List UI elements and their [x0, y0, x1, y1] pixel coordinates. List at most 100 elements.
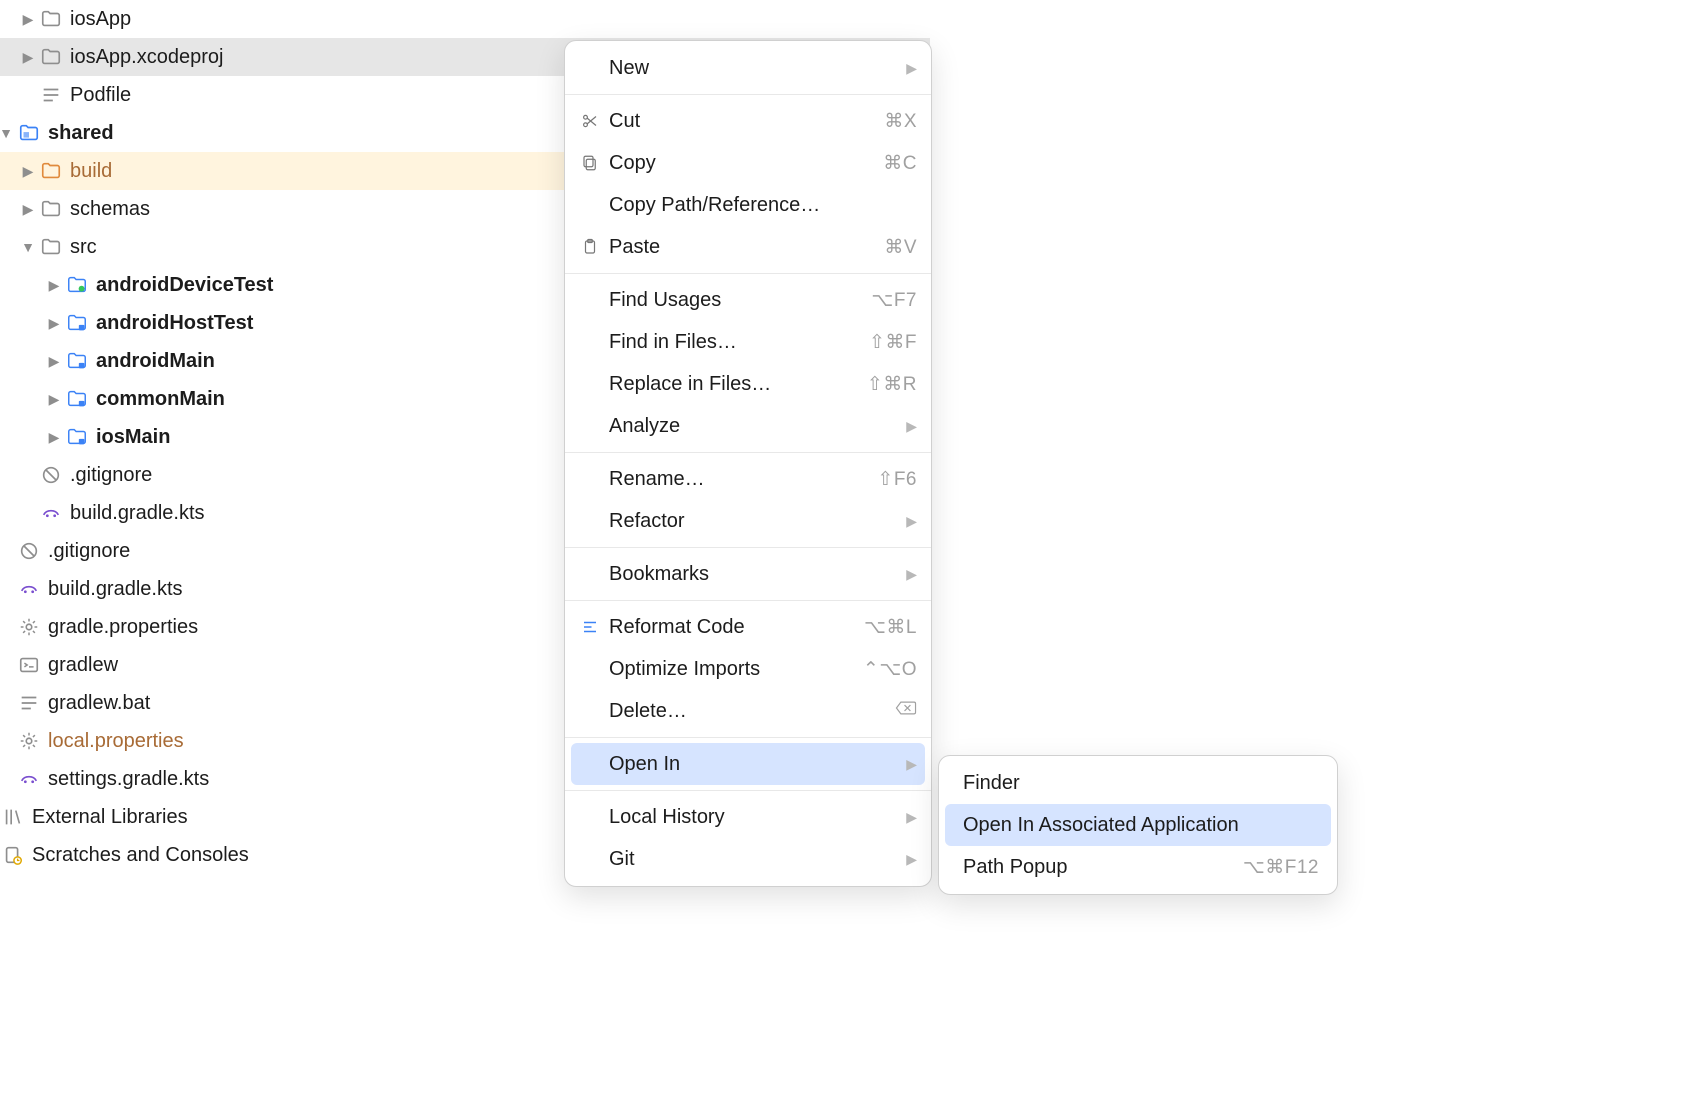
scissors-icon — [577, 112, 603, 130]
tree-item-iosapp[interactable]: ▶ iosApp — [0, 0, 930, 38]
menu-find-usages[interactable]: Find Usages ⌥F7 — [565, 279, 931, 321]
tree-item-label: gradle.properties — [48, 616, 198, 639]
chevron-right-icon[interactable]: ▶ — [48, 353, 60, 370]
menu-shortcut: ⌥⌘L — [864, 616, 917, 639]
menu-optimize-imports[interactable]: Optimize Imports ⌃⌥O — [565, 648, 931, 690]
clipboard-icon — [577, 238, 603, 256]
menu-cut[interactable]: Cut ⌘X — [565, 100, 931, 142]
menu-item-label: Rename… — [603, 468, 877, 491]
menu-local-history[interactable]: Local History ▶ — [565, 796, 931, 838]
tree-item-label: shared — [48, 122, 114, 145]
menu-new[interactable]: New ▶ — [565, 47, 931, 89]
tree-item-label: src — [70, 236, 97, 259]
tree-item-label: iosMain — [96, 426, 170, 449]
tree-item-label: gradlew.bat — [48, 692, 150, 715]
menu-shortcut: ⌥F7 — [871, 289, 917, 312]
chevron-right-icon[interactable]: ▶ — [48, 429, 60, 446]
tree-item-label: schemas — [70, 198, 150, 221]
tree-item-label: iosApp.xcodeproj — [70, 46, 223, 69]
folder-icon — [40, 46, 62, 68]
menu-item-label: Open In — [603, 753, 900, 776]
folder-icon — [40, 8, 62, 30]
menu-item-label: Cut — [603, 110, 884, 133]
module-icon — [18, 122, 40, 144]
menu-analyze[interactable]: Analyze ▶ — [565, 405, 931, 447]
menu-shortcut: ⇧⌘R — [867, 373, 917, 396]
source-folder-icon — [66, 274, 88, 296]
menu-separator — [565, 600, 931, 601]
menu-replace-in-files[interactable]: Replace in Files… ⇧⌘R — [565, 363, 931, 405]
submenu-open-in-associated[interactable]: Open In Associated Application — [945, 804, 1331, 846]
submenu-finder[interactable]: Finder — [945, 762, 1331, 804]
menu-copy-path[interactable]: Copy Path/Reference… — [565, 184, 931, 226]
submenu-arrow-icon: ▶ — [906, 809, 917, 826]
menu-separator — [565, 737, 931, 738]
gradle-icon — [40, 502, 62, 524]
tree-item-label: androidMain — [96, 350, 215, 373]
tree-item-label: gradlew — [48, 654, 118, 677]
menu-separator — [565, 94, 931, 95]
text-file-icon — [40, 84, 62, 106]
copy-icon — [577, 154, 603, 172]
menu-shortcut: ⇧F6 — [877, 468, 917, 491]
menu-shortcut: ⌥⌘F12 — [1243, 856, 1319, 879]
submenu-arrow-icon: ▶ — [906, 566, 917, 583]
tree-item-label: androidHostTest — [96, 312, 253, 335]
chevron-down-icon[interactable]: ▼ — [0, 125, 12, 141]
chevron-right-icon[interactable]: ▶ — [22, 201, 34, 218]
folder-icon — [40, 236, 62, 258]
menu-item-label: Bookmarks — [603, 563, 900, 586]
menu-item-label: Find Usages — [603, 289, 871, 312]
menu-item-label: Git — [603, 848, 900, 871]
delete-shortcut-icon — [895, 700, 917, 722]
submenu-arrow-icon: ▶ — [906, 851, 917, 868]
tree-item-label: build.gradle.kts — [70, 502, 205, 525]
tree-item-label: Scratches and Consoles — [32, 844, 249, 867]
menu-paste[interactable]: Paste ⌘V — [565, 226, 931, 268]
submenu-path-popup[interactable]: Path Popup ⌥⌘F12 — [945, 846, 1331, 888]
menu-item-label: Copy — [603, 152, 883, 175]
menu-refactor[interactable]: Refactor ▶ — [565, 500, 931, 542]
chevron-right-icon[interactable]: ▶ — [22, 11, 34, 28]
source-folder-icon — [66, 426, 88, 448]
tree-item-label: External Libraries — [32, 806, 188, 829]
menu-shortcut: ⌘V — [884, 236, 917, 259]
source-folder-icon — [66, 350, 88, 372]
menu-shortcut: ⌃⌥O — [863, 658, 917, 681]
chevron-right-icon[interactable]: ▶ — [48, 277, 60, 294]
chevron-right-icon[interactable]: ▶ — [48, 315, 60, 332]
menu-reformat-code[interactable]: Reformat Code ⌥⌘L — [565, 606, 931, 648]
menu-git[interactable]: Git ▶ — [565, 838, 931, 880]
menu-separator — [565, 547, 931, 548]
tree-item-label: androidDeviceTest — [96, 274, 273, 297]
folder-excluded-icon — [40, 160, 62, 182]
menu-separator — [565, 273, 931, 274]
chevron-right-icon[interactable]: ▶ — [22, 163, 34, 180]
menu-copy[interactable]: Copy ⌘C — [565, 142, 931, 184]
menu-item-label: Paste — [603, 236, 884, 259]
gear-icon — [18, 730, 40, 752]
tree-item-label: .gitignore — [48, 540, 130, 563]
menu-item-label: Optimize Imports — [603, 658, 863, 681]
chevron-down-icon[interactable]: ▼ — [22, 239, 34, 255]
menu-item-label: Analyze — [603, 415, 900, 438]
menu-bookmarks[interactable]: Bookmarks ▶ — [565, 553, 931, 595]
menu-find-in-files[interactable]: Find in Files… ⇧⌘F — [565, 321, 931, 363]
gear-icon — [18, 616, 40, 638]
reformat-icon — [577, 618, 603, 636]
scratch-icon — [2, 844, 24, 866]
menu-rename[interactable]: Rename… ⇧F6 — [565, 458, 931, 500]
chevron-right-icon[interactable]: ▶ — [22, 49, 34, 66]
menu-item-label: Refactor — [603, 510, 900, 533]
menu-item-label: Copy Path/Reference… — [603, 194, 917, 217]
menu-separator — [565, 790, 931, 791]
editor-area — [930, 0, 1688, 1120]
gradle-icon — [18, 578, 40, 600]
menu-open-in[interactable]: Open In ▶ — [571, 743, 925, 785]
menu-delete[interactable]: Delete… — [565, 690, 931, 732]
chevron-right-icon[interactable]: ▶ — [48, 391, 60, 408]
tree-item-label: build.gradle.kts — [48, 578, 183, 601]
submenu-arrow-icon: ▶ — [906, 418, 917, 435]
menu-shortcut: ⌘X — [884, 110, 917, 133]
tree-item-label: commonMain — [96, 388, 225, 411]
